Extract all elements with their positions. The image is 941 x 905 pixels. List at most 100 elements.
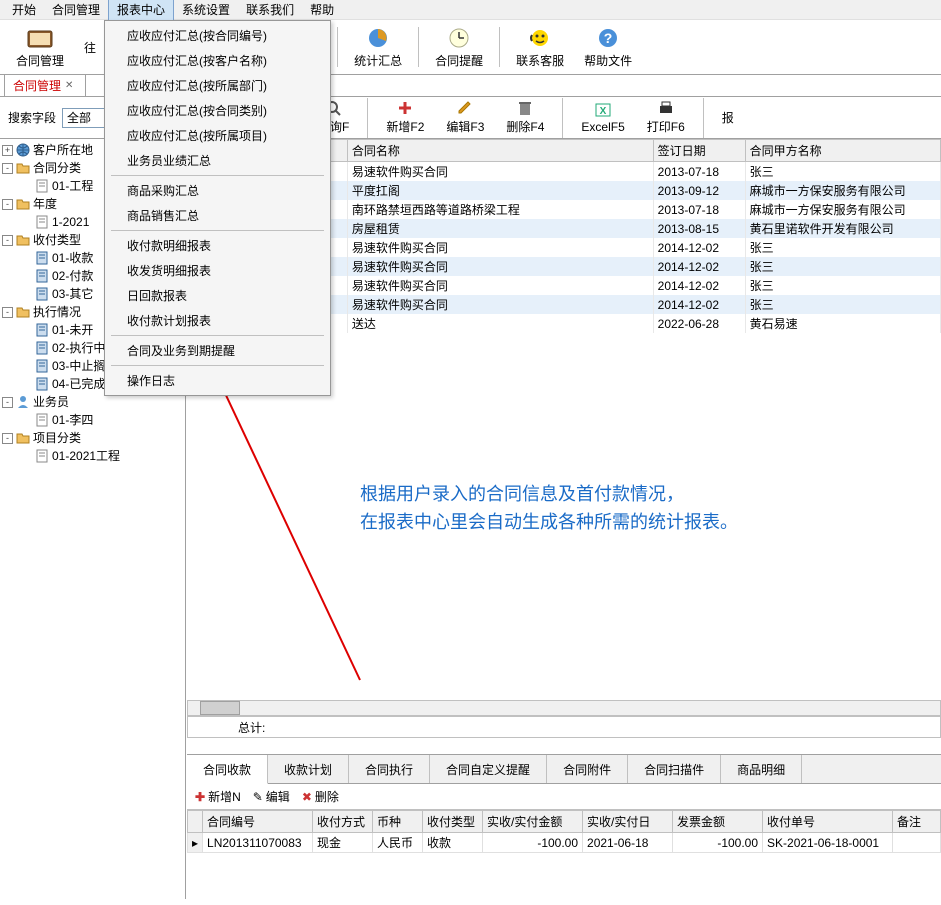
dd-salesperson-perf[interactable]: 业务员业绩汇总	[107, 148, 328, 173]
dropdown-separator	[111, 365, 324, 366]
tree-node[interactable]: 01-2021工程	[2, 447, 183, 465]
toolbar-contact-support[interactable]: 联系客服	[508, 24, 572, 71]
toolbar-stat-summary[interactable]: 统计汇总	[346, 24, 410, 71]
btn-edit[interactable]: 编辑F3	[438, 98, 492, 137]
menu-contract-mgmt[interactable]: 合同管理	[44, 0, 108, 20]
detail-btn-edit[interactable]: ✎ 编辑	[253, 788, 290, 805]
cell-type: 收款	[423, 833, 483, 853]
tree-expander[interactable]: -	[2, 235, 13, 246]
horizontal-scrollbar[interactable]	[187, 700, 941, 716]
pencil-icon	[456, 100, 474, 118]
tab-attachments[interactable]: 合同附件	[547, 755, 628, 783]
detail-row[interactable]: ▸ LN201311070083 现金 人民币 收款 -100.00 2021-…	[188, 833, 941, 853]
person-icon	[15, 394, 31, 410]
tab-contract-exec[interactable]: 合同执行	[349, 755, 430, 783]
btn-excel[interactable]: X ExcelF5	[573, 100, 632, 136]
tree-expander[interactable]: -	[2, 163, 13, 174]
toolbar-separator	[418, 27, 419, 67]
globe-icon	[15, 142, 31, 158]
tree-expander[interactable]: -	[2, 433, 13, 444]
table-cell: 2014-12-02	[653, 276, 745, 295]
col-party-a[interactable]: 合同甲方名称	[745, 140, 940, 162]
dd-purchase-summary[interactable]: 商品采购汇总	[107, 178, 328, 203]
plus-icon	[396, 100, 414, 118]
detail-btn-add[interactable]: ✚ 新增N	[195, 788, 241, 805]
folder-icon	[15, 196, 31, 212]
headset-icon	[524, 26, 556, 50]
tree-node[interactable]: - 项目分类	[2, 429, 183, 447]
tree-label: 项目分类	[33, 429, 81, 447]
menu-report-center[interactable]: 报表中心	[108, 0, 174, 21]
dcol-amount[interactable]: 实收/实付金额	[483, 811, 583, 833]
dd-sales-summary[interactable]: 商品销售汇总	[107, 203, 328, 228]
dd-payment-plan[interactable]: 收付款计划报表	[107, 308, 328, 333]
menu-system-settings[interactable]: 系统设置	[174, 0, 238, 20]
table-cell: 2013-08-15	[653, 219, 745, 238]
btn-report[interactable]: 报	[714, 107, 742, 128]
btn-label: 编辑	[266, 788, 290, 805]
plus-icon: ✚	[195, 790, 205, 804]
btn-label: 新增F2	[386, 118, 424, 135]
dd-payment-detail[interactable]: 收付款明细报表	[107, 233, 328, 258]
dd-operation-log[interactable]: 操作日志	[107, 368, 328, 393]
dd-summary-by-project[interactable]: 应收应付汇总(按所属项目)	[107, 123, 328, 148]
btn-label: 新增N	[208, 788, 241, 805]
menu-start[interactable]: 开始	[4, 0, 44, 20]
dcol-date[interactable]: 实收/实付日	[583, 811, 673, 833]
btn-label: ExcelF5	[581, 120, 624, 134]
dcol-contract-no[interactable]: 合同编号	[203, 811, 313, 833]
tree-expander[interactable]: -	[2, 307, 13, 318]
tree-node[interactable]: 01-李四	[2, 411, 183, 429]
dd-summary-by-customer[interactable]: 应收应付汇总(按客户名称)	[107, 48, 328, 73]
toolbar-label: 联系客服	[516, 52, 564, 69]
col-sign-date[interactable]: 签订日期	[653, 140, 745, 162]
dd-summary-by-category[interactable]: 应收应付汇总(按合同类别)	[107, 98, 328, 123]
excel-icon: X	[594, 102, 612, 120]
menu-contact-us[interactable]: 联系我们	[238, 0, 302, 20]
tab-receipt-plan[interactable]: 收款计划	[268, 755, 349, 783]
table-cell: 黄石易速	[745, 314, 940, 333]
tab-contract-receipt[interactable]: 合同收款	[187, 755, 268, 784]
dd-daily-payback[interactable]: 日回款报表	[107, 283, 328, 308]
toolbar-label: 统计汇总	[354, 52, 402, 69]
toolbar-contract-mgmt[interactable]: 合同管理	[8, 24, 72, 71]
toolbar-reminder[interactable]: 合同提醒	[427, 24, 491, 71]
dropdown-separator	[111, 335, 324, 336]
tab-scans[interactable]: 合同扫描件	[628, 755, 721, 783]
tab-custom-reminder[interactable]: 合同自定义提醒	[430, 755, 547, 783]
dd-summary-by-dept[interactable]: 应收应付汇总(按所属部门)	[107, 73, 328, 98]
toolbar-go[interactable]: 往	[76, 37, 104, 58]
detail-btn-delete[interactable]: ✖ 删除	[302, 788, 339, 805]
dcol-bill-no[interactable]: 收付单号	[763, 811, 893, 833]
dropdown-separator	[111, 175, 324, 176]
dcol-currency[interactable]: 币种	[373, 811, 423, 833]
tab-contract-mgmt[interactable]: 合同管理 ✕	[4, 74, 86, 96]
tab-product-detail[interactable]: 商品明细	[721, 755, 802, 783]
doc-blue-icon	[34, 376, 50, 392]
btn-print[interactable]: 打印F6	[639, 98, 693, 137]
lower-panel: 总计: 合同收款 收款计划 合同执行 合同自定义提醒 合同附件 合同扫描件 商品…	[187, 700, 941, 853]
dcol-method[interactable]: 收付方式	[313, 811, 373, 833]
btn-delete[interactable]: 删除F4	[498, 98, 552, 137]
close-icon[interactable]: ✕	[65, 80, 73, 91]
tree-expander[interactable]: +	[2, 145, 13, 156]
totals-label: 总计:	[238, 719, 265, 736]
col-contract-name[interactable]: 合同名称	[347, 140, 653, 162]
btn-label: 删除F4	[506, 118, 544, 135]
dd-shipment-detail[interactable]: 收发货明细报表	[107, 258, 328, 283]
dd-expiry-reminder[interactable]: 合同及业务到期提醒	[107, 338, 328, 363]
dcol-invoice[interactable]: 发票金额	[673, 811, 763, 833]
toolbar-help-file[interactable]: ? 帮助文件	[576, 24, 640, 71]
dcol-type[interactable]: 收付类型	[423, 811, 483, 833]
tree-expander[interactable]: -	[2, 397, 13, 408]
menu-help[interactable]: 帮助	[302, 0, 342, 20]
table-cell: 张三	[745, 276, 940, 295]
dd-summary-by-contract-no[interactable]: 应收应付汇总(按合同编号)	[107, 23, 328, 48]
detail-table[interactable]: 合同编号 收付方式 币种 收付类型 实收/实付金额 实收/实付日 发票金额 收付…	[187, 810, 941, 853]
btn-label: 编辑F3	[446, 118, 484, 135]
folder-icon	[15, 160, 31, 176]
btn-add[interactable]: 新增F2	[378, 98, 432, 137]
tree-expander[interactable]: -	[2, 199, 13, 210]
dcol-note[interactable]: 备注	[893, 811, 941, 833]
table-cell: 2013-07-18	[653, 200, 745, 219]
